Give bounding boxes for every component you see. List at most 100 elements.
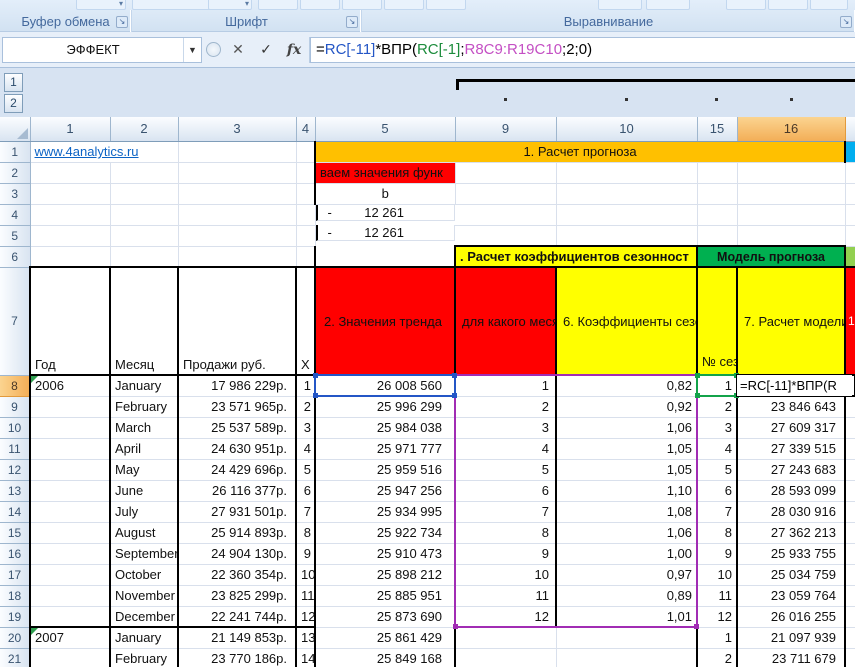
cell-b-value[interactable]: -12 261	[316, 205, 456, 221]
cell[interactable]	[845, 585, 855, 606]
cell-x[interactable]: 2	[296, 396, 315, 417]
cell-year[interactable]	[30, 585, 110, 606]
cell[interactable]	[30, 246, 110, 267]
cell[interactable]	[845, 183, 855, 204]
cell-season-num[interactable]: 7	[697, 501, 737, 522]
cell-month[interactable]: July	[110, 501, 178, 522]
ribbon-button-partial[interactable]	[598, 0, 642, 10]
row-header[interactable]: 16	[0, 543, 30, 564]
cell-edit-box[interactable]: =RC[-11]*ВПР(R	[736, 374, 855, 397]
cell-sales[interactable]: 23 770 186р.	[178, 648, 296, 667]
cell-month[interactable]: April	[110, 438, 178, 459]
enter-icon[interactable]: ✓	[255, 41, 277, 58]
cell[interactable]	[845, 162, 855, 183]
cell-link[interactable]: www.4analytics.ru	[30, 141, 178, 162]
cell-blue-partial[interactable]	[845, 141, 855, 162]
ribbon-button-partial[interactable]	[300, 0, 340, 10]
cell-header-sales[interactable]: Продажи руб.	[178, 267, 296, 375]
cell[interactable]	[178, 162, 296, 183]
cell-header-for-month[interactable]: для какого месяца коэффициент	[455, 267, 556, 375]
cell-trend[interactable]: 25 959 516	[315, 459, 455, 480]
cell[interactable]	[845, 480, 855, 501]
cell-red-note[interactable]: ваем значения функ	[315, 162, 455, 183]
cell-sales[interactable]: 24 630 951р.	[178, 438, 296, 459]
row-header[interactable]: 10	[0, 417, 30, 438]
name-box-dropdown-icon[interactable]: ▼	[183, 38, 201, 62]
ribbon-button-partial[interactable]	[646, 0, 690, 10]
row-header[interactable]: 6	[0, 246, 30, 267]
row-header[interactable]: 2	[0, 162, 30, 183]
cell[interactable]	[110, 162, 178, 183]
row-header[interactable]: 3	[0, 183, 30, 204]
row-header[interactable]: 21	[0, 648, 30, 667]
cell-trend[interactable]: 25 910 473	[315, 543, 455, 564]
ribbon-button-partial[interactable]	[258, 0, 298, 10]
cell[interactable]	[697, 183, 737, 204]
cell-model[interactable]: 21 097 939	[737, 627, 845, 648]
range-handle[interactable]	[695, 393, 700, 398]
cell-model[interactable]: 28 593 099	[737, 480, 845, 501]
cancel-icon[interactable]: ✕	[227, 41, 249, 58]
cell-trend[interactable]: 25 873 690	[315, 606, 455, 627]
dialog-launcher-icon[interactable]: ↘	[116, 16, 128, 28]
cell-month[interactable]: January	[110, 627, 178, 648]
cell[interactable]	[296, 183, 315, 204]
cell-x[interactable]: 3	[296, 417, 315, 438]
cell[interactable]	[455, 162, 556, 183]
column-header[interactable]: 10	[556, 117, 697, 141]
cell-sales[interactable]: 21 149 853р.	[178, 627, 296, 648]
cell-season-num[interactable]: 2	[697, 648, 737, 667]
cell-year[interactable]	[30, 522, 110, 543]
cell-x[interactable]: 5	[296, 459, 315, 480]
ribbon-button-partial[interactable]	[810, 0, 848, 10]
cell-header-partial[interactable]: 12 13	[845, 267, 855, 375]
cell-season-num[interactable]: 11	[697, 585, 737, 606]
cell[interactable]	[556, 204, 697, 225]
cell-x[interactable]: 4	[296, 438, 315, 459]
cell[interactable]	[737, 183, 845, 204]
cell-month[interactable]: December	[110, 606, 178, 627]
cell-model[interactable]: 28 030 916	[737, 501, 845, 522]
cell-x[interactable]: 12	[296, 606, 315, 627]
cell-month[interactable]: August	[110, 522, 178, 543]
cell-trend[interactable]: 25 996 299	[315, 396, 455, 417]
row-header[interactable]: 7	[0, 267, 30, 375]
cell[interactable]	[845, 204, 855, 225]
cell[interactable]	[556, 225, 697, 246]
cell-green-partial[interactable]	[845, 246, 855, 267]
cell-x[interactable]: 13	[296, 627, 315, 648]
ribbon-button-partial[interactable]	[768, 0, 808, 10]
column-header[interactable]: 15	[697, 117, 737, 141]
column-header[interactable]: 9	[455, 117, 556, 141]
cell-sales[interactable]: 25 914 893р.	[178, 522, 296, 543]
cell[interactable]	[845, 459, 855, 480]
row-header[interactable]: 9	[0, 396, 30, 417]
cell[interactable]	[845, 225, 855, 246]
cell-year[interactable]	[30, 648, 110, 667]
cell-header-year[interactable]: Год	[30, 267, 110, 375]
cell-trend[interactable]: 25 861 429	[315, 627, 455, 648]
cell-sales[interactable]: 24 904 130р.	[178, 543, 296, 564]
row-header[interactable]: 20	[0, 627, 30, 648]
cell-month[interactable]: January	[110, 375, 178, 396]
cell-month-num[interactable]	[455, 648, 556, 667]
cell-season-num[interactable]: 9	[697, 543, 737, 564]
formula-input[interactable]: =RC[-11]*ВПР(RC[-1];R8C9:R19C10;2;0)	[310, 37, 855, 63]
cell[interactable]	[30, 162, 110, 183]
cell-header-coef[interactable]: 6. Коэффициенты сезонности очищенные от …	[556, 267, 697, 375]
cell-season-num[interactable]: 2	[697, 396, 737, 417]
cell[interactable]	[296, 204, 315, 225]
cell-month[interactable]: February	[110, 648, 178, 667]
cell-year[interactable]: 2006	[30, 375, 110, 396]
column-header[interactable]: 2	[110, 117, 178, 141]
cell[interactable]	[845, 438, 855, 459]
cell-season-num[interactable]: 6	[697, 480, 737, 501]
cell-header-x[interactable]: X	[296, 267, 315, 375]
outline-level-1-button[interactable]: 1	[4, 73, 23, 92]
cell-season-num[interactable]: 4	[697, 438, 737, 459]
cell-sales[interactable]: 25 537 589р.	[178, 417, 296, 438]
cell[interactable]	[296, 162, 315, 183]
cell-x[interactable]: 7	[296, 501, 315, 522]
cell-month[interactable]: September	[110, 543, 178, 564]
cell-banner-season[interactable]: . Расчет коэффициентов сезонност	[455, 246, 697, 267]
